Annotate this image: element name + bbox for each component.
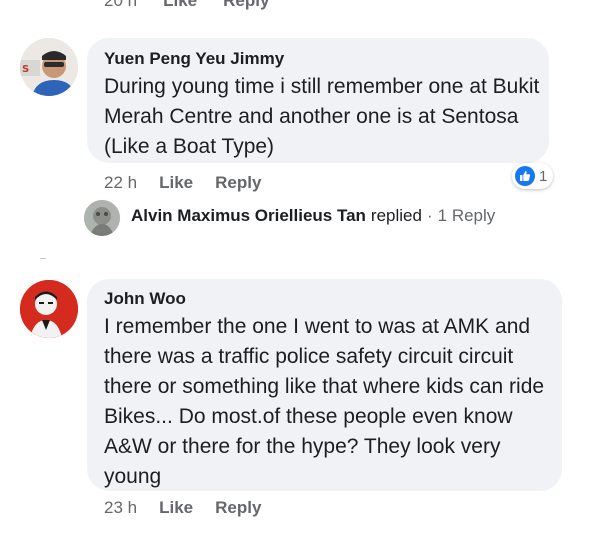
- reaction-badge[interactable]: 1: [512, 163, 554, 189]
- thumbs-up-icon: [515, 166, 535, 186]
- reply-count-link[interactable]: 1 Reply: [438, 206, 496, 226]
- comment-actions: 23 h Like Reply: [104, 498, 261, 518]
- avatar-photo-icon: S: [20, 38, 78, 96]
- avatar-photo-icon: [20, 280, 78, 338]
- reaction-count: 1: [539, 167, 548, 185]
- divider: [40, 258, 46, 259]
- previous-reply-button[interactable]: Reply: [223, 0, 269, 11]
- comment-author[interactable]: John Woo: [104, 289, 186, 309]
- previous-comment-time: 20 h: [104, 0, 138, 10]
- like-button[interactable]: Like: [159, 173, 193, 193]
- reply-author[interactable]: Alvin Maximus Oriellieus Tan: [131, 206, 366, 226]
- reply-summary[interactable]: Alvin Maximus Oriellieus Tan replied · 1…: [131, 206, 495, 226]
- previous-like-button[interactable]: Like: [163, 0, 197, 11]
- separator-dot: ·: [426, 206, 433, 225]
- avatar-photo-icon: [84, 200, 120, 236]
- like-button[interactable]: Like: [159, 498, 193, 518]
- comment-text: During young time i still remember one a…: [104, 75, 540, 158]
- reply-button[interactable]: Reply: [215, 173, 261, 193]
- avatar[interactable]: [20, 280, 78, 338]
- comment-time[interactable]: 22 h: [104, 173, 137, 193]
- reply-verb: replied: [370, 206, 422, 225]
- reply-button[interactable]: Reply: [215, 498, 261, 518]
- svg-text:S: S: [22, 64, 29, 75]
- comment-author[interactable]: Yuen Peng Yeu Jimmy: [104, 49, 284, 69]
- comment-time[interactable]: 23 h: [104, 498, 137, 518]
- avatar[interactable]: S: [20, 38, 78, 96]
- comment-actions: 22 h Like Reply: [104, 173, 261, 193]
- comment-text: I remember the one I went to was at AMK …: [104, 315, 545, 488]
- reply-avatar[interactable]: [84, 200, 120, 236]
- previous-comment-actions: 20 h Like Reply: [104, 0, 269, 11]
